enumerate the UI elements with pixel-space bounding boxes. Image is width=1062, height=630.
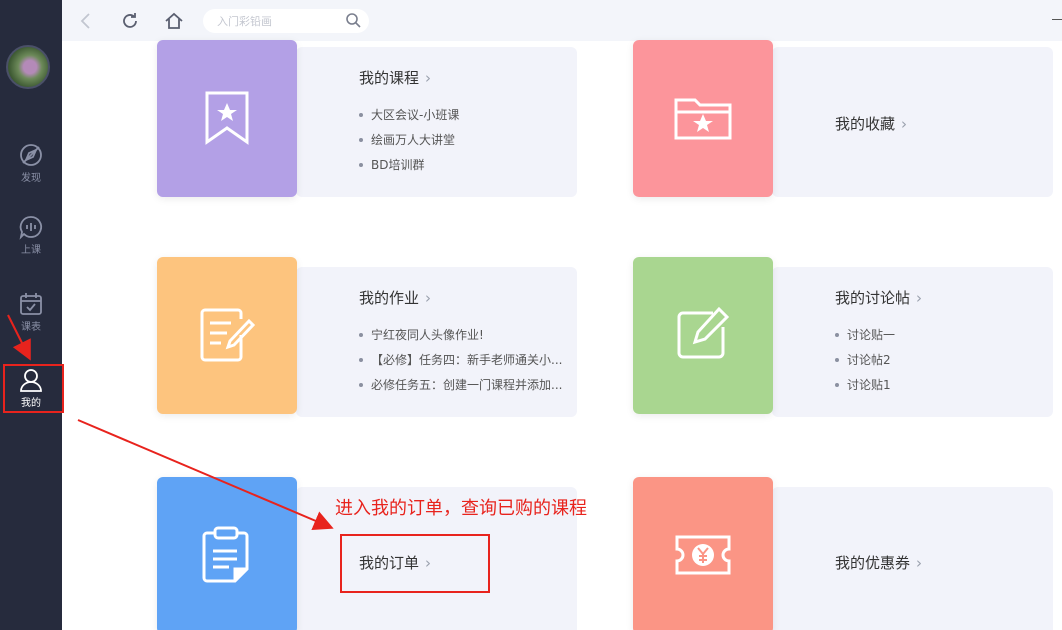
- arrow-to-mine-tab: [7, 314, 31, 361]
- annotation-text: 进入我的订单，查询已购的课程: [335, 498, 587, 519]
- annotation-orders-box: [340, 534, 490, 593]
- arrow-to-orders: [77, 419, 334, 530]
- app-window: 发现 上课 课表 我的 入门彩铅画 我的课程 › 大区会议-小班课 绘画万人大讲…: [0, 0, 1062, 630]
- annotation-arrows: [7, 314, 334, 530]
